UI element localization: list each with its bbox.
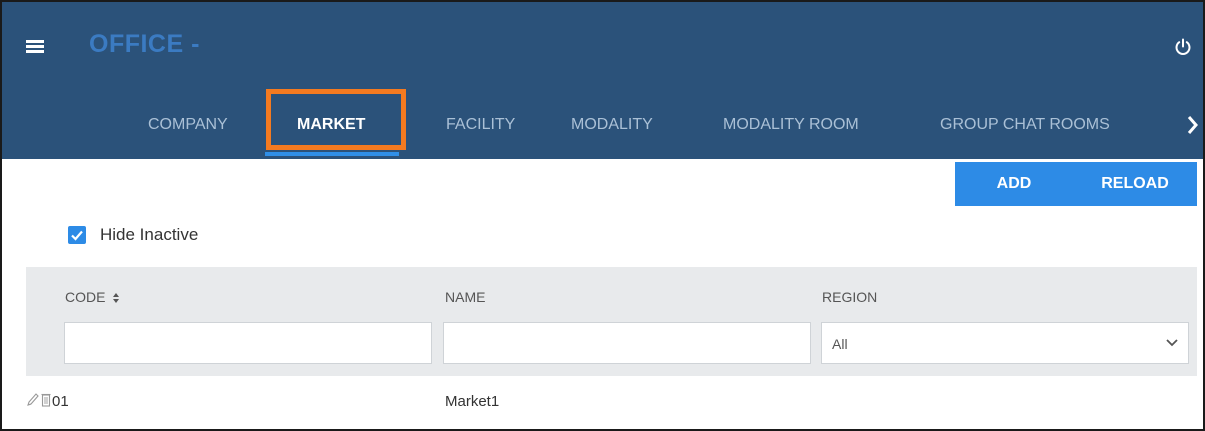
- pencil-icon[interactable]: [26, 392, 40, 408]
- reload-button[interactable]: RELOAD: [1073, 162, 1197, 206]
- hide-inactive-label: Hide Inactive: [100, 225, 199, 244]
- hide-inactive-toggle: Hide Inactive: [68, 223, 198, 247]
- table-row: 01 Market1: [2, 384, 1203, 424]
- cell-code: 01: [52, 393, 69, 410]
- column-label-code: CODE: [65, 289, 106, 305]
- app-title: OFFICE -: [89, 30, 200, 58]
- cell-name: Market1: [445, 393, 500, 410]
- tab-company[interactable]: COMPANY: [148, 90, 228, 159]
- row-actions: [26, 392, 52, 408]
- active-tab-indicator: [265, 152, 399, 156]
- region-filter-value: All: [832, 336, 848, 352]
- chevron-down-icon: [1166, 339, 1178, 347]
- top-header: OFFICE - COMPANY MARKET FACILITY MODALIT…: [2, 2, 1203, 159]
- tab-facility[interactable]: FACILITY: [446, 90, 515, 159]
- power-icon[interactable]: [1173, 37, 1193, 57]
- sort-icon[interactable]: [112, 292, 120, 304]
- app-window: OFFICE - COMPANY MARKET FACILITY MODALIT…: [0, 0, 1205, 431]
- add-button[interactable]: ADD: [955, 162, 1073, 206]
- checkmark-icon: [71, 230, 83, 241]
- hide-inactive-checkbox[interactable]: [68, 226, 86, 244]
- column-header-code[interactable]: CODE: [65, 289, 120, 305]
- tab-group-chat-rooms[interactable]: GROUP CHAT ROOMS: [940, 90, 1110, 159]
- nav-tabs: COMPANY MARKET FACILITY MODALITY MODALIT…: [2, 90, 1203, 159]
- tab-modality[interactable]: MODALITY: [571, 90, 653, 159]
- trash-icon[interactable]: [41, 392, 51, 408]
- column-header-name[interactable]: NAME: [445, 289, 485, 305]
- region-filter-select[interactable]: All: [821, 322, 1189, 364]
- highlight-box: [266, 89, 406, 150]
- chevron-right-icon[interactable]: [1187, 115, 1199, 135]
- tab-modality-room[interactable]: MODALITY ROOM: [723, 90, 859, 159]
- column-header-region[interactable]: REGION: [822, 289, 877, 305]
- code-filter-input[interactable]: [64, 322, 432, 364]
- name-filter-input[interactable]: [443, 322, 811, 364]
- hamburger-icon[interactable]: [26, 40, 44, 53]
